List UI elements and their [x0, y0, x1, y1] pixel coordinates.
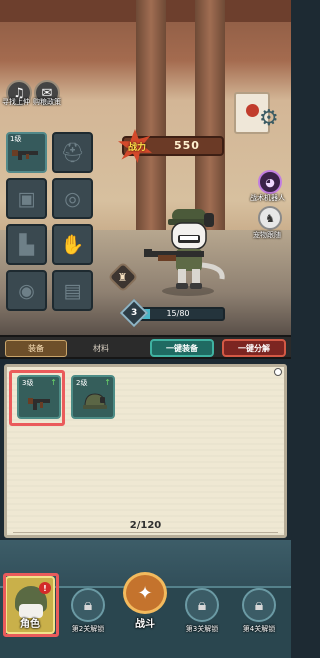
nav-label: 第3关解锁: [185, 625, 219, 633]
equip-all-button[interactable]: 一键装备: [150, 339, 214, 357]
nav-locked-2[interactable]: 🔒︎ 第2关解锁: [63, 582, 113, 634]
top-button-label: 购粮政策: [33, 98, 61, 106]
power-label: 战力: [128, 143, 147, 153]
highlight-frame: [9, 370, 65, 426]
power-value: 550: [174, 139, 200, 152]
slot-gloves[interactable]: ✋: [52, 224, 93, 265]
slot-level: 1级: [10, 135, 22, 143]
cat-soldier-character: [144, 209, 225, 296]
side-button-label: 宠物跟随: [253, 231, 281, 239]
inventory-item[interactable]: 2级 ↑: [71, 375, 115, 419]
helmet-icon: ⛑: [60, 142, 85, 164]
helmet-icon: [83, 393, 107, 409]
nav-locked-4[interactable]: 🔒︎ 第4关解锁: [234, 582, 284, 634]
rifle-icon: [11, 149, 38, 160]
game-screen: ♫ 寻找上仲 ✉ 购粮政策 1级 ⛑ ▣ ◎ ▙ ✋ ◉ ▤ 战力 550 ⚙ …: [0, 0, 291, 658]
upgrade-arrow-icon: ↑: [104, 378, 111, 387]
inventory-count: 2/120: [129, 520, 162, 531]
slot-belt[interactable]: ◎: [52, 178, 93, 219]
combat-power: 战力 550: [118, 129, 224, 163]
side-button-label: 战术机器人: [250, 194, 285, 202]
gear-icon[interactable]: ⚙: [259, 108, 281, 130]
robot-icon[interactable]: ◕: [258, 170, 282, 194]
slot-goggles[interactable]: ◉: [6, 270, 47, 311]
lock-icon: 🔒︎: [71, 588, 105, 622]
decompose-all-button[interactable]: 一键分解: [222, 339, 286, 357]
slot-boots[interactable]: ▙: [6, 224, 47, 265]
rune-icon: ♜: [118, 270, 128, 284]
backpack-icon: ▤: [63, 279, 82, 302]
nav-battle-button[interactable]: ✦ 战斗: [120, 572, 170, 630]
vest-icon: ▣: [17, 187, 36, 210]
nav-label: 第2关解锁: [71, 625, 105, 633]
goggles-icon: ◉: [18, 279, 35, 302]
tab-equipment[interactable]: 装备: [5, 340, 67, 357]
inventory-tabbar: 装备 材料 一键装备 一键分解: [0, 335, 291, 359]
item-level: 2级: [76, 379, 88, 387]
pet-icon[interactable]: ♞: [258, 206, 282, 230]
equipment-panel: 1级 ⛑ ▣ ◎ ▙ ✋ ◉ ▤: [2, 130, 98, 318]
slot-helmet[interactable]: ⛑: [52, 132, 93, 173]
lock-icon: 🔒︎: [185, 588, 219, 622]
nav-label: 战斗: [135, 619, 155, 630]
belt-icon: ◎: [64, 187, 81, 210]
slot-armor[interactable]: ▣: [6, 178, 47, 219]
character-level: 3: [130, 307, 138, 318]
tab-materials[interactable]: 材料: [70, 340, 132, 357]
top-button-label: 寻找上仲: [2, 98, 30, 106]
slot-weapon[interactable]: 1级: [6, 132, 47, 173]
info-icon[interactable]: [274, 368, 282, 376]
slot-backpack[interactable]: ▤: [52, 270, 93, 311]
gloves-icon: ✋: [60, 234, 85, 256]
nav-locked-3[interactable]: 🔒︎ 第3关解锁: [177, 582, 227, 634]
lock-icon: 🔒︎: [242, 588, 276, 622]
nav-label: 第4关解锁: [242, 625, 276, 633]
highlight-frame: [3, 573, 59, 637]
boots-icon: ▙: [19, 233, 34, 256]
battle-icon: ✦: [123, 572, 167, 614]
